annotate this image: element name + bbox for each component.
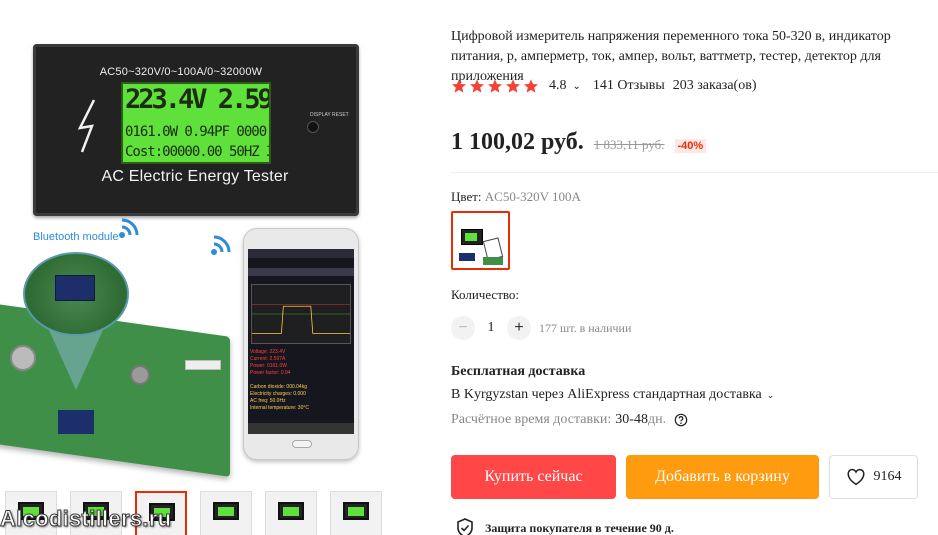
- bluetooth-module-label: Bluetooth module: [33, 231, 119, 243]
- star-icon: [470, 79, 484, 93]
- lcd-row-cost: Cost:00000.00 50HZ 30°C: [125, 144, 269, 160]
- pcb-board-image: [0, 303, 230, 477]
- sku-option-selected[interactable]: [451, 211, 510, 270]
- rating-row: 4.8 ⌄ 141 Отзывы 203 заказа(ов): [451, 77, 756, 95]
- pcb-connector: [185, 360, 221, 370]
- smartphone-app-screen: Voltage: 223.4V Current: 2.597A Power: 0…: [248, 249, 354, 434]
- app-value: Carbon dioxide: 000.04kg: [250, 384, 307, 390]
- divider: [451, 172, 938, 173]
- color-label: Цвет: AC50-320V 100A: [451, 189, 581, 205]
- quantity-label: Количество:: [451, 287, 520, 302]
- shipping-method[interactable]: В Kyrgyzstan через AliExpress стандартна…: [451, 387, 774, 403]
- app-value: Power factor: 0.94: [250, 370, 291, 376]
- reviews-link[interactable]: 141 Отзывы: [593, 78, 665, 94]
- eta-unit: дн.: [647, 412, 667, 427]
- quantity-value[interactable]: 1: [475, 320, 507, 336]
- app-value: Voltage: 223.4V: [250, 349, 286, 355]
- app-values-list: Voltage: 223.4V Current: 2.597A Power: 0…: [250, 349, 320, 377]
- color-value: AC50-320V 100A: [484, 189, 581, 204]
- lcd-row-voltage-current: 223.4V 2.597A: [125, 84, 271, 115]
- app-bottom-bar: [248, 423, 354, 434]
- wireless-signal-icon: [211, 235, 231, 255]
- rating-value[interactable]: 4.8: [549, 78, 567, 94]
- chevron-down-icon[interactable]: ⌄: [767, 390, 775, 401]
- buy-now-button[interactable]: Купить сейчас: [451, 455, 616, 499]
- discount-badge: -40%: [674, 139, 707, 153]
- thumbnail-4[interactable]: [200, 491, 252, 535]
- price-row: 1 100,02 руб. 1 833,11 руб. -40%: [451, 129, 707, 156]
- app-value: Internal temperature: 30°C: [250, 405, 309, 411]
- orders-count: 203 заказа(ов): [672, 78, 757, 93]
- chevron-down-icon[interactable]: ⌄: [573, 81, 581, 92]
- rating-stars: [451, 78, 541, 94]
- star-icon: [488, 79, 502, 93]
- meter-reset-button: [307, 121, 319, 133]
- buyer-protection: Защита покупателя в течение 90 д.: [455, 518, 674, 535]
- buyer-protection-text: Защита покупателя в течение 90 д.: [485, 520, 674, 535]
- app-values-list-2: Carbon dioxide: 000.04kg Electricity cha…: [250, 384, 330, 412]
- app-tabs: [248, 268, 354, 276]
- wireless-signal-icon: [119, 218, 139, 238]
- app-status-bar: [248, 249, 354, 258]
- pcb-component: [58, 410, 94, 434]
- meter-button-label: DISPLAY RESET: [310, 112, 349, 118]
- meter-lcd-display: 223.4V 2.597A 0161.0W 0.94PF 0000.0kWh C…: [121, 82, 271, 164]
- product-gallery[interactable]: AC50~320V/0~100A/0~32000W 223.4V 2.597A …: [0, 0, 420, 535]
- shipping-method-text[interactable]: В Kyrgyzstan через AliExpress стандартна…: [451, 387, 762, 403]
- add-to-cart-button[interactable]: Добавить в корзину: [626, 455, 819, 499]
- meter-name-label: AC Electric Energy Tester: [101, 168, 289, 185]
- phone-home-button: [292, 440, 312, 448]
- pcb-component: [130, 365, 150, 385]
- wishlist-count: 9164: [873, 469, 902, 484]
- app-value: Power: 0161.0W: [250, 363, 287, 369]
- thumbnail-5[interactable]: [265, 491, 317, 535]
- star-icon: [452, 79, 466, 93]
- shield-check-icon: [457, 518, 473, 535]
- lcd-row-power: 0161.0W 0.94PF 0000.0kWh: [125, 124, 269, 140]
- current-price: 1 100,02 руб.: [451, 129, 584, 155]
- bluetooth-chip: [55, 275, 95, 301]
- wishlist-button[interactable]: 9164: [829, 455, 918, 499]
- thumbnail-6[interactable]: [330, 491, 382, 535]
- quantity-stepper: − 1 + 177 шт. в наличии: [451, 316, 631, 340]
- app-value: Electricity charges: 0.000: [250, 391, 306, 397]
- old-price: 1 833,11 руб.: [593, 137, 665, 152]
- meter-range-label: AC50~320V/0~100A/0~32000W: [99, 66, 263, 78]
- app-graph: [251, 284, 351, 344]
- lightning-icon: [77, 99, 96, 153]
- shipping-title: Бесплатная доставка: [451, 364, 586, 379]
- quantity-minus-button[interactable]: −: [451, 316, 475, 340]
- question-circle-icon[interactable]: [674, 413, 688, 427]
- star-icon: [524, 79, 538, 93]
- app-value: Current: 2.597A: [250, 356, 286, 362]
- delivery-eta: Расчётное время доставки: 30-48 дн.: [451, 412, 688, 428]
- app-value: AC freq: 50.0Hz: [250, 398, 286, 404]
- watermark: Alcodistillers.ru: [0, 506, 172, 532]
- stock-available: 177 шт. в наличии: [539, 320, 632, 335]
- eta-label: Расчётное время доставки:: [451, 412, 612, 427]
- star-icon: [506, 79, 520, 93]
- pcb-component: [10, 345, 36, 371]
- color-label-text: Цвет:: [451, 189, 482, 204]
- quantity-plus-button[interactable]: +: [507, 316, 531, 340]
- heart-icon: [847, 468, 864, 486]
- eta-days: 30-48: [615, 412, 648, 427]
